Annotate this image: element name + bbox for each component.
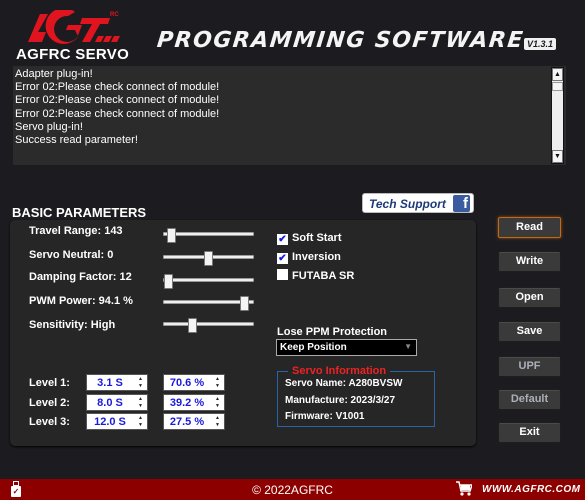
slider-thumb[interactable]	[167, 228, 177, 243]
slider-track	[163, 232, 254, 236]
website-link[interactable]: WWW.AGFRC.COM	[482, 484, 581, 495]
level-1-percent-spinner[interactable]: 70.6 % ▲ ▼	[163, 374, 225, 391]
default-button[interactable]: Default	[498, 389, 561, 410]
lose-ppm-protection-label: Lose PPM Protection	[277, 326, 388, 338]
write-button[interactable]: Write	[498, 251, 561, 272]
spinner-arrows-icon[interactable]: ▲ ▼	[136, 376, 145, 390]
upf-button[interactable]: UPF	[498, 356, 561, 377]
agfrc-logo: RC AGFRC SERVO	[14, 8, 129, 63]
slider-thumb[interactable]	[163, 274, 173, 289]
sensitivity-label: Sensitivity: High	[29, 319, 116, 331]
servo-information-title: Servo Information	[288, 365, 391, 377]
servo-name: Servo Name: A280BVSW	[285, 378, 403, 389]
soft-start-label: Soft Start	[292, 232, 342, 244]
servo-information-group: Servo Information Servo Name: A280BVSW M…	[277, 365, 435, 427]
agfrc-logo-mark-icon: RC	[28, 10, 120, 44]
spinner-arrows-icon[interactable]: ▲ ▼	[213, 396, 222, 410]
save-button[interactable]: Save	[498, 321, 561, 342]
version-badge: V1.3.1	[524, 38, 557, 50]
logo-superscript: RC	[110, 12, 119, 18]
servo-neutral-slider[interactable]	[163, 251, 254, 266]
spinner-arrows-icon[interactable]: ▲ ▼	[136, 415, 145, 429]
log-line: Error 02:Please check connect of module!	[15, 107, 220, 120]
pwm-power-slider[interactable]	[163, 296, 254, 311]
futaba-sr-label: FUTABA SR	[292, 270, 355, 282]
level-3-percent-spinner[interactable]: 27.5 % ▲ ▼	[163, 413, 225, 430]
app-title: PROGRAMMING SOFTWARE	[155, 28, 526, 53]
sensitivity-slider[interactable]	[163, 318, 254, 333]
firmware-version: Firmware: V1001	[285, 411, 365, 422]
servo-neutral-label: Servo Neutral: 0	[29, 249, 114, 261]
level-3-label: Level 3:	[29, 416, 70, 428]
footer-bar: ✓ © 2022AGFRC WWW.AGFRC.COM	[0, 479, 585, 500]
tech-support-label: Tech Support	[369, 197, 446, 211]
soft-start-checkbox[interactable]: ✔ Soft Start	[277, 232, 342, 245]
spinner-value: 70.6 %	[169, 377, 205, 389]
lose-ppm-protection-select[interactable]: Keep Position ▼	[276, 339, 417, 356]
checkbox-icon[interactable]: ✔	[277, 234, 288, 245]
slider-thumb[interactable]	[239, 296, 249, 311]
log-line: Error 02:Please check connect of module!	[15, 94, 220, 107]
log-line: Error 02:Please check connect of module!	[15, 81, 220, 94]
level-2-time-spinner[interactable]: 8.0 S ▲ ▼	[86, 394, 148, 411]
cart-svg	[456, 481, 474, 496]
inversion-label: Inversion	[292, 251, 341, 263]
ppm-selected-value: Keep Position	[280, 342, 347, 353]
log-line: Adapter plug-in!	[15, 68, 93, 80]
log-line: Servo plug-in!	[15, 120, 83, 133]
log-lines: Adapter plug-in! Error 02:Please check c…	[15, 68, 219, 147]
level-2-label: Level 2:	[29, 397, 70, 409]
spinner-arrows-icon[interactable]: ▲ ▼	[213, 415, 222, 429]
slider-thumb[interactable]	[188, 318, 198, 333]
spinner-value: 39.2 %	[169, 397, 205, 409]
spinner-value: 3.1 S	[97, 377, 123, 389]
scroll-down-arrow-icon[interactable]: ▼	[552, 150, 563, 163]
travel-range-slider[interactable]	[163, 228, 254, 243]
damping-factor-label: Damping Factor: 12	[29, 271, 132, 283]
log-line: Success read parameter!	[15, 134, 138, 147]
checkbox-icon[interactable]	[277, 269, 288, 280]
level-1-label: Level 1:	[29, 377, 70, 389]
spinner-arrows-icon[interactable]: ▲ ▼	[136, 396, 145, 410]
scroll-up-arrow-icon[interactable]: ▲	[552, 68, 563, 81]
shopping-cart-icon[interactable]	[456, 481, 474, 500]
manufacture-date: Manufacture: 2023/3/27	[285, 395, 396, 406]
spinner-arrows-icon[interactable]: ▲ ▼	[213, 376, 222, 390]
futaba-sr-checkbox[interactable]: FUTABA SR	[277, 269, 354, 282]
chevron-down-icon: ▼	[404, 342, 412, 351]
damping-factor-slider[interactable]	[163, 274, 254, 289]
level-2-percent-spinner[interactable]: 39.2 % ▲ ▼	[163, 394, 225, 411]
tech-support-button[interactable]: Tech Support f	[362, 193, 474, 213]
inversion-checkbox[interactable]: ✔ Inversion	[277, 251, 341, 264]
spinner-value: 27.5 %	[169, 416, 205, 428]
log-scrollbar[interactable]: ▲ ▼	[551, 67, 564, 164]
checkbox-icon[interactable]: ✔	[277, 253, 288, 264]
spinner-value: 8.0 S	[97, 397, 123, 409]
section-title: BASIC PARAMETERS	[12, 205, 147, 220]
brand-name: AGFRC SERVO	[16, 46, 130, 63]
level-3-time-spinner[interactable]: 12.0 S ▲ ▼	[86, 413, 148, 430]
slider-track	[163, 322, 254, 326]
level-1-time-spinner[interactable]: 3.1 S ▲ ▼	[86, 374, 148, 391]
log-console[interactable]: Adapter plug-in! Error 02:Please check c…	[13, 66, 566, 165]
facebook-icon: f	[453, 195, 470, 212]
slider-track	[163, 278, 254, 282]
slider-thumb[interactable]	[203, 251, 213, 266]
open-button[interactable]: Open	[498, 287, 561, 308]
exit-button[interactable]: Exit	[498, 422, 561, 443]
travel-range-label: Travel Range: 143	[29, 225, 123, 237]
pwm-power-label: PWM Power: 94.1 %	[29, 295, 133, 307]
scroll-thumb[interactable]	[552, 82, 563, 91]
read-button[interactable]: Read	[498, 217, 561, 238]
spinner-value: 12.0 S	[94, 416, 126, 428]
